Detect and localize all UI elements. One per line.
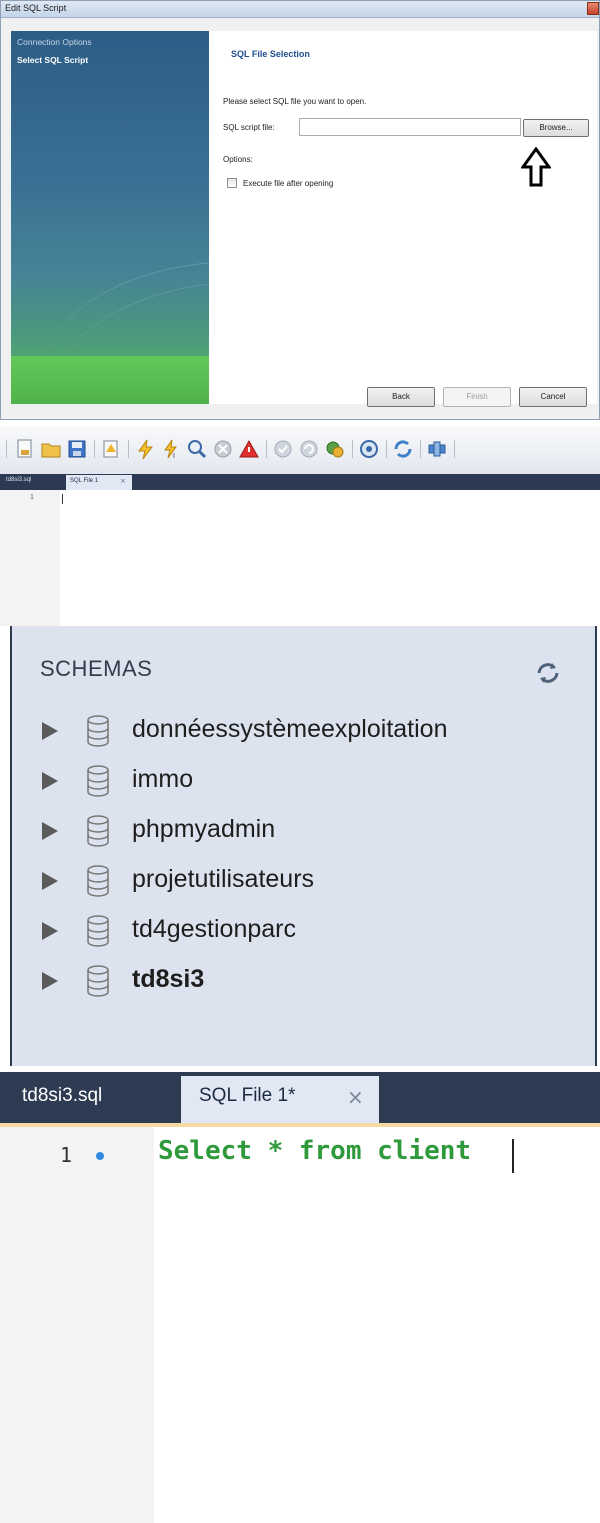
new-sql-tab-icon[interactable] <box>14 438 36 460</box>
error-toggle-icon[interactable] <box>238 438 260 460</box>
sidebar-decoration <box>11 356 209 404</box>
sql-file-input[interactable] <box>299 118 521 136</box>
schema-name[interactable]: projetutilisateurs <box>132 865 314 894</box>
toolbar-separator <box>352 440 353 458</box>
browse-button[interactable]: Browse... <box>523 119 589 137</box>
dialog-title: Edit SQL Script <box>5 3 67 13</box>
commit-icon[interactable] <box>272 438 294 460</box>
text-caret <box>62 494 63 504</box>
limit-rows-icon[interactable] <box>358 438 380 460</box>
database-icon <box>87 715 109 747</box>
schema-item[interactable]: donnéessystèmeexploitation <box>12 712 595 752</box>
schema-item[interactable]: phpmyadmin <box>12 812 595 852</box>
schemas-panel: SCHEMAS donnéessystèmeexploitation immo … <box>10 626 597 1066</box>
tab-td8si3-sql[interactable]: td8si3.sql <box>22 1085 102 1107</box>
toolbar-separator <box>128 440 129 458</box>
line-gutter: 1 <box>0 490 60 626</box>
database-icon <box>87 915 109 947</box>
schema-name[interactable]: td4gestionparc <box>132 915 296 944</box>
expand-arrow-icon[interactable] <box>42 822 58 840</box>
execute-after-open-label[interactable]: Execute file after opening <box>243 179 333 188</box>
sidebar-item-connection-options[interactable]: Connection Options <box>17 37 92 47</box>
expand-arrow-icon[interactable] <box>42 872 58 890</box>
code-line[interactable]: Select * from client <box>158 1136 471 1166</box>
back-button[interactable]: Back <box>367 387 435 407</box>
sql-editor[interactable]: 1 Select * from client <box>0 1123 600 1523</box>
database-icon <box>87 765 109 797</box>
line-gutter: 1 <box>0 1127 154 1523</box>
toolbar-separator <box>420 440 421 458</box>
toolbar-separator <box>94 440 95 458</box>
rollback-icon[interactable] <box>298 438 320 460</box>
execute-after-open-checkbox[interactable] <box>227 178 237 188</box>
line-number: 1 <box>60 1143 73 1167</box>
close-icon[interactable]: × <box>120 477 126 485</box>
tab-sql-file-1[interactable]: SQL File 1* × <box>181 1076 379 1123</box>
beautify-icon[interactable] <box>392 438 414 460</box>
text-caret <box>512 1139 514 1173</box>
toolbar-separator <box>6 440 7 458</box>
schema-item[interactable]: td4gestionparc <box>12 912 595 952</box>
close-icon[interactable]: × <box>347 1085 364 1109</box>
sidebar-item-select-sql-script[interactable]: Select SQL Script <box>17 55 88 65</box>
tab-sql-file-1[interactable]: SQL File 1 × <box>66 475 132 490</box>
options-label: Options: <box>223 155 253 164</box>
statement-marker-icon <box>96 1152 104 1160</box>
toolbar-separator <box>266 440 267 458</box>
close-icon[interactable] <box>587 2 599 15</box>
autocommit-icon[interactable] <box>324 438 346 460</box>
expand-arrow-icon[interactable] <box>42 972 58 990</box>
wizard-content: SQL File Selection Please select SQL fil… <box>209 31 597 404</box>
schema-name-default[interactable]: td8si3 <box>132 965 204 994</box>
sql-file-label: SQL script file: <box>223 123 275 132</box>
execute-lightning-icon[interactable] <box>134 438 156 460</box>
toolbar-separator <box>386 440 387 458</box>
database-icon <box>87 815 109 847</box>
edit-sql-script-dialog: Edit SQL Script Connection Options Selec… <box>0 0 600 420</box>
execute-statement-icon[interactable]: I <box>160 438 182 460</box>
save-icon[interactable] <box>66 438 88 460</box>
expand-arrow-icon[interactable] <box>42 772 58 790</box>
cancel-button[interactable]: Cancel <box>519 387 587 407</box>
schema-item[interactable]: projetutilisateurs <box>12 862 595 902</box>
page-title: SQL File Selection <box>231 49 310 59</box>
schema-item[interactable]: td8si3 <box>12 962 595 1002</box>
schemas-title: SCHEMAS <box>40 656 153 681</box>
finish-button[interactable]: Finish <box>443 387 511 407</box>
expand-arrow-icon[interactable] <box>42 722 58 740</box>
save-script-icon[interactable] <box>100 438 122 460</box>
refresh-icon[interactable] <box>534 661 562 685</box>
tab-td8si3-sql[interactable]: td8si3.sql <box>6 477 31 483</box>
small-sql-editor[interactable]: 1 <box>0 490 600 626</box>
svg-text:I: I <box>173 453 175 460</box>
tab-label: SQL File 1 <box>70 478 99 484</box>
up-arrow-icon <box>521 147 551 187</box>
sql-editor-toolbar: I <box>0 426 600 474</box>
tab-label: SQL File 1* <box>199 1085 296 1106</box>
instruction-text: Please select SQL file you want to open. <box>223 97 367 106</box>
explain-magnifier-icon[interactable] <box>186 438 208 460</box>
schema-item[interactable]: immo <box>12 762 595 802</box>
wizard-sidebar: Connection Options Select SQL Script <box>11 31 209 404</box>
database-icon <box>87 865 109 897</box>
find-replace-icon[interactable] <box>426 438 448 460</box>
toolbar-separator <box>454 440 455 458</box>
dialog-titlebar: Edit SQL Script <box>1 1 599 18</box>
database-icon <box>87 965 109 997</box>
schema-name[interactable]: immo <box>132 765 193 794</box>
schema-name[interactable]: donnéessystèmeexploitation <box>132 715 447 744</box>
line-number: 1 <box>30 494 34 501</box>
editor-tab-bar: td8si3.sql SQL File 1* × <box>0 1072 600 1123</box>
schema-name[interactable]: phpmyadmin <box>132 815 275 844</box>
stop-icon[interactable] <box>212 438 234 460</box>
open-folder-icon[interactable] <box>40 438 62 460</box>
expand-arrow-icon[interactable] <box>42 922 58 940</box>
small-editor-tab-bar: td8si3.sql SQL File 1 × <box>0 474 600 490</box>
